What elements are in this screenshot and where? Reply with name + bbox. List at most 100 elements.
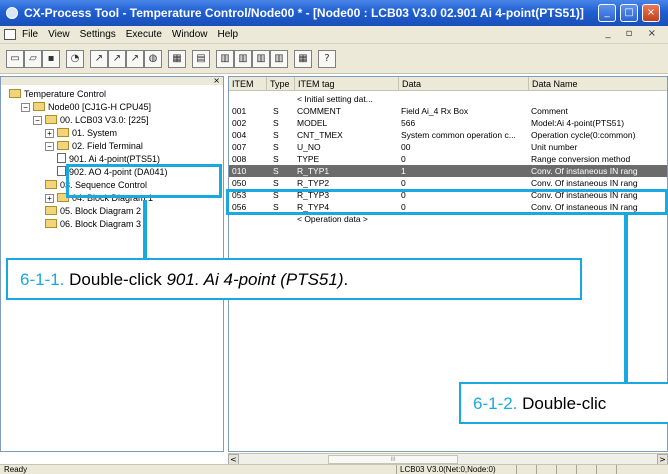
folder-icon <box>45 115 57 124</box>
table4-icon[interactable]: ▥ <box>270 50 288 68</box>
mdi-window-controls[interactable]: _ ▫ × <box>605 28 662 39</box>
print-icon[interactable]: ◔ <box>66 50 84 68</box>
collapse-icon[interactable]: − <box>21 103 30 112</box>
cell-data: System common operation c... <box>401 130 516 140</box>
app-icon <box>6 7 18 19</box>
status-cell <box>556 465 576 474</box>
horizontal-scrollbar[interactable]: < III > <box>228 453 668 465</box>
open-icon[interactable]: ▱ <box>24 50 42 68</box>
menu-execute[interactable]: Execute <box>126 29 162 40</box>
cell-item: 007 <box>232 142 247 152</box>
status-cell <box>596 465 616 474</box>
table-row[interactable]: 002 S MODEL 566 Model:Ai 4-point(PTS51) <box>229 117 667 129</box>
maximize-button[interactable]: □ <box>620 4 638 22</box>
table-icon[interactable]: ▥ <box>216 50 234 68</box>
menu-view[interactable]: View <box>48 29 70 40</box>
cell-item: 050 <box>232 178 247 188</box>
table-row[interactable]: 001 S COMMENT Field Ai_4 Rx Box Comment <box>229 105 667 117</box>
folder-icon <box>45 180 57 189</box>
expand-icon[interactable]: + <box>45 129 54 138</box>
cell-item: 001 <box>232 106 247 116</box>
cell-tag: TYPE <box>297 154 320 164</box>
menu-bar: File View Settings Execute Window Help _… <box>0 26 668 44</box>
tree-item[interactable]: 05. Block Diagram 2 <box>45 205 141 217</box>
block-icon[interactable]: ▦ <box>168 50 186 68</box>
tree-item[interactable]: 06. Block Diagram 3 <box>45 218 141 230</box>
wire-icon[interactable]: ↗ <box>90 50 108 68</box>
window-title: CX-Process Tool - Temperature Control/No… <box>24 6 584 20</box>
table-row[interactable]: 008 S TYPE 0 Range conversion method <box>229 153 667 165</box>
column-header-item-tag[interactable]: ITEM tag <box>295 77 399 91</box>
cell-tag: < Initial setting dat... <box>297 94 373 104</box>
grid-icon[interactable]: ▤ <box>192 50 210 68</box>
help-icon[interactable]: ? <box>318 50 336 68</box>
collapse-icon[interactable]: − <box>45 142 54 151</box>
menu-window[interactable]: Window <box>172 29 208 40</box>
column-header-item[interactable]: ITEM <box>229 77 267 91</box>
folder-icon <box>33 102 45 111</box>
cell-name: Unit number <box>531 142 578 152</box>
table3-icon[interactable]: ▥ <box>252 50 270 68</box>
document-icon <box>57 153 66 163</box>
cell-type: S <box>273 118 279 128</box>
wire2-icon[interactable]: ↗ <box>108 50 126 68</box>
expand-icon[interactable]: + <box>45 194 54 203</box>
table-row[interactable]: < Initial setting dat... <box>229 93 667 105</box>
cell-data: 0 <box>401 178 406 188</box>
cell-item: 010 <box>232 166 247 176</box>
status-cell <box>576 465 596 474</box>
tree-item-label: 05. Block Diagram 2 <box>60 206 142 216</box>
column-header-data[interactable]: Data <box>399 77 529 91</box>
cell-tag: MODEL <box>297 118 328 128</box>
cell-item: 002 <box>232 118 247 128</box>
close-button[interactable]: × <box>642 4 660 22</box>
tree-pane-close-icon[interactable]: × <box>1 77 223 85</box>
table-row[interactable]: 004 S CNT_TMEX System common operation c...… <box>229 129 667 141</box>
cell-name: Range conversion method <box>531 154 631 164</box>
cell-tag: CNT_TMEX <box>297 130 343 140</box>
tree-item[interactable]: − 02. Field Terminal <box>45 140 143 152</box>
document-icon[interactable] <box>4 29 16 40</box>
menu-settings[interactable]: Settings <box>80 29 116 40</box>
info-icon[interactable]: ◍ <box>144 50 162 68</box>
cell-tag: R_TYP2 <box>297 178 330 188</box>
new-icon[interactable]: ▭ <box>6 50 24 68</box>
cell-type: S <box>273 166 279 176</box>
collapse-icon[interactable]: − <box>33 116 42 125</box>
tree-item[interactable]: Temperature Control <box>9 88 106 100</box>
scroll-thumb[interactable]: III <box>328 455 458 464</box>
cell-type: S <box>273 154 279 164</box>
table-row[interactable]: 050 S R_TYP2 0 Conv. Of instaneous IN rang <box>229 177 667 189</box>
tree-item[interactable]: +01. System <box>45 127 117 139</box>
menu-file[interactable]: File <box>22 29 38 40</box>
menu-help[interactable]: Help <box>217 29 238 40</box>
cell-data: 1 <box>401 166 406 176</box>
list-icon[interactable]: ▦ <box>294 50 312 68</box>
status-ready: Ready <box>4 465 28 474</box>
callout1-text: Double-click <box>69 270 167 289</box>
column-header-data-name[interactable]: Data Name <box>529 77 667 91</box>
cell-data: 566 <box>401 118 416 128</box>
folder-icon <box>45 206 57 215</box>
cell-name: Conv. Of instaneous IN rang <box>531 166 638 176</box>
callout1-leader-line <box>143 200 147 260</box>
callout2-leader-line <box>624 215 628 383</box>
table2-icon[interactable]: ▥ <box>234 50 252 68</box>
tree-item[interactable]: − Node00 [CJ1G-H CPU45] <box>21 101 151 113</box>
toolbar: ▭ ▱ ▪ ◔ ↗ ↗ ↗ ◍ ▦ ▤ ▥ ▥ ▥ ▥ ▦ ? <box>0 44 668 74</box>
tree-item[interactable]: − 00. LCB03 V3.0: [225] <box>33 114 149 126</box>
table-row[interactable]: 007 S U_NO 00 Unit number <box>229 141 667 153</box>
status-cell <box>616 465 668 474</box>
column-header-type[interactable]: Type <box>267 77 295 91</box>
callout2-number: 6-1-2. <box>473 394 518 413</box>
tree-item-label: Temperature Control <box>24 89 107 99</box>
tree-item-label: 01. System <box>72 128 118 138</box>
wire3-icon[interactable]: ↗ <box>126 50 144 68</box>
cell-type: S <box>273 130 279 140</box>
cell-item: 004 <box>232 130 247 140</box>
cell-tag: R_TYP1 <box>297 166 330 176</box>
minimize-button[interactable]: _ <box>598 4 616 22</box>
callout-6-1-1: 6-1-1. Double-click 901. Ai 4-point (PTS… <box>6 258 582 300</box>
save-icon[interactable]: ▪ <box>42 50 60 68</box>
table-row[interactable]: 010 S R_TYP1 1 Conv. Of instaneous IN rang <box>229 165 667 177</box>
